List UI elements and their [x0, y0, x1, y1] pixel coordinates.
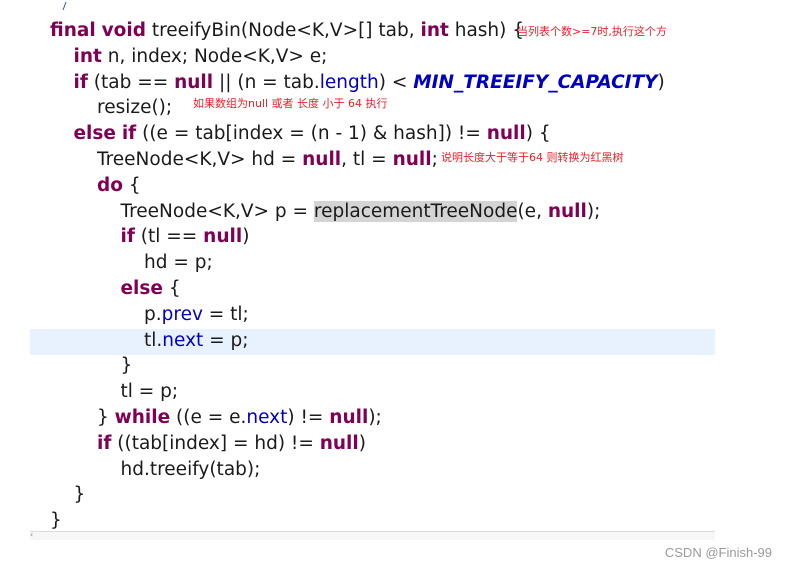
code-token: = tl; [202, 303, 249, 325]
code-line: else if ((e = tab[index = (n - 1) & hash… [74, 121, 551, 147]
keyword-token: null [486, 123, 526, 145]
keyword-token: null [203, 226, 243, 248]
code-token: ); [586, 200, 601, 222]
keyword-token: final [50, 20, 96, 41]
code-token: ; [431, 149, 438, 170]
code-token: ) < [378, 71, 414, 93]
annotation-red-black-tree: 说明长度大于等于64 则转换为红黑树 [441, 151, 624, 164]
code-token: ) { [525, 123, 551, 145]
keyword-token: null [319, 432, 359, 454]
keyword-token: while [114, 407, 171, 428]
field-token: next [162, 329, 204, 351]
code-line: TreeNode<K,V> hd = null, tl = null; [97, 147, 438, 173]
code-line: } [74, 482, 86, 508]
code-line: else { [121, 276, 181, 302]
scroll-left-icon[interactable]: ‹ [30, 531, 38, 539]
code-token: (tab == [87, 71, 175, 93]
code-line: do { [97, 173, 141, 199]
code-token: } [97, 407, 115, 428]
code-token: = p; [203, 329, 249, 351]
keyword-token: if [97, 432, 112, 454]
code-token: } [73, 484, 86, 506]
annotation-treeify-condition: 当列表个数>=7时,执行这个方 [517, 25, 667, 38]
keyword-token: if [73, 71, 88, 93]
code-token: ) [358, 432, 366, 454]
code-token: ); [368, 407, 382, 428]
code-line: tl.next = p; [144, 328, 249, 354]
keyword-token: int [420, 20, 449, 41]
code-line: hd.treeify(tab); [121, 457, 261, 483]
keyword-token: null [329, 407, 369, 428]
code-line: if (tab == null || (n = tab.length) < MI… [74, 70, 665, 96]
code-line: } while ((e = e.next) != null); [97, 405, 382, 431]
annotation-resize-condition: 如果数组为null 或者 长度 小于 64 执行 [193, 97, 388, 110]
code-token: ((e = e. [170, 407, 247, 428]
code-line: resize(); [97, 95, 172, 121]
code-token: TreeNode<K,V> hd = [97, 149, 303, 170]
code-line: p.prev = tl; [144, 302, 249, 328]
keyword-token: else [73, 123, 116, 145]
code-token: ((e = tab[index = (n - 1) & hash]) != [136, 123, 487, 145]
keyword-token: else [120, 278, 163, 299]
code-token: hd.treeify(tab); [120, 458, 261, 480]
watermark: CSDN @Finish-99 [664, 545, 772, 560]
keyword-token: null [174, 71, 214, 93]
keyword-token: null [547, 200, 587, 222]
code-token: TreeNode<K,V> p = [120, 200, 314, 222]
keyword-token: do [97, 174, 123, 196]
code-line: if (tl == null) [121, 224, 250, 250]
code-line: final void treeifyBin(Node<K,V>[] tab, i… [50, 18, 524, 44]
keyword-token: if [121, 123, 137, 145]
code-token: { [122, 174, 141, 196]
code-token: { [162, 278, 181, 299]
code-token: } [120, 355, 133, 377]
keyword-token: void [101, 20, 146, 41]
code-line: tl = p; [121, 379, 179, 405]
keyword-token: if [120, 226, 135, 248]
code-token: ) [657, 71, 665, 93]
keyword-token: null [302, 149, 342, 170]
code-token: treeifyBin(Node<K,V>[] tab, [145, 20, 421, 41]
code-token: || (n = tab. [213, 71, 320, 93]
selected-token: replacementTreeNode [313, 200, 518, 222]
constant-token: MIN_TREEIFY_CAPACITY [413, 71, 658, 93]
code-token: n, index; Node<K,V> e; [101, 45, 328, 67]
code-line: } [121, 353, 133, 379]
code-line: hd = p; [144, 250, 213, 276]
field-token: prev [161, 303, 203, 325]
code-token: ((tab[index] = hd) != [111, 432, 320, 454]
field-token: length [319, 71, 379, 93]
code-token: resize(); [97, 97, 173, 119]
code-token: tl. [144, 329, 163, 351]
horizontal-scrollbar[interactable] [30, 531, 715, 540]
code-line: TreeNode<K,V> p = replacementTreeNode(e,… [120, 199, 601, 225]
code-token: } [50, 510, 62, 532]
code-token: tl = p; [120, 381, 179, 403]
code-token: p. [144, 303, 162, 325]
code-token: ) != [287, 407, 330, 428]
code-line: if ((tab[index] = hd) != null) [97, 431, 366, 457]
code-token: (e, [517, 200, 548, 222]
code-token: , tl = [341, 149, 393, 170]
code-token: hd = p; [144, 252, 213, 274]
code-token: ) [242, 226, 250, 248]
code-token: hash) { [448, 20, 525, 41]
code-token: (tl == [134, 226, 204, 248]
field-token: next [246, 407, 288, 428]
code-line: int n, index; Node<K,V> e; [74, 44, 328, 70]
current-line-highlight [30, 328, 715, 355]
keyword-token: null [392, 149, 432, 170]
keyword-token: int [73, 45, 102, 67]
